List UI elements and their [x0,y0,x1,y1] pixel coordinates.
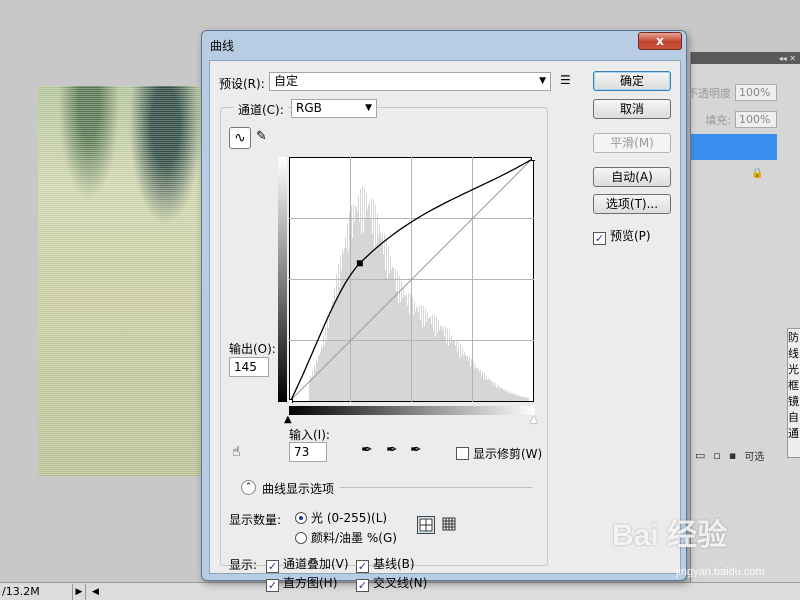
input-label: 输入(I): [289,428,330,442]
collapse-options-icon[interactable]: ⌃ [241,480,256,495]
watermark-url: jingyan.baidu.com [676,566,765,578]
grid-10-glyph [442,517,456,531]
preset-value: 自定 [274,74,299,88]
trash-icon[interactable]: ▪ [729,449,736,462]
scroll-left-arrow[interactable]: ◀ [92,587,99,597]
layers-panel-titlebar: ◂◂ ✕ [691,52,800,64]
baseline-checkmark: ✓ [356,560,369,573]
radio-pigment-dot [295,532,307,544]
input-field[interactable]: 73 [289,442,327,462]
adjustments-side-list: 防 线 光 框 镜 自 通 [787,328,800,458]
grid-4-glyph [419,518,433,532]
options-divider [340,487,532,488]
radio-light-dot [295,512,307,524]
side-item: 框 [788,379,799,392]
smooth-button[interactable]: 平滑(M) [593,133,671,153]
side-item: 通 [788,427,799,440]
fill-label: 填充: [705,113,731,127]
intersection-checkmark: ✓ [356,579,369,592]
doc-size-text: /13.2M [2,585,40,598]
auto-button[interactable]: 自动(A) [593,167,671,187]
status-menu-arrow[interactable]: ▶ [72,583,86,600]
lock-icon: 🔒 [751,168,764,179]
channel-value: RGB [296,101,322,115]
clipping-checkbox-box [456,447,469,460]
side-item: 自 [788,411,799,424]
white-eyedropper-icon[interactable]: ✒ [410,442,422,458]
dialog-title: 曲线 [210,39,235,53]
preview-label: 预览(P) [610,229,651,243]
side-item: 镜 [788,395,799,408]
curve-options-label: 曲线显示选项 [262,482,335,496]
side-item: 防 [788,331,799,344]
gray-eyedropper-icon[interactable]: ✒ [386,442,398,458]
curve-graph[interactable] [289,157,535,403]
folder-icon[interactable]: ▭ [695,449,705,462]
channel-label: 通道(C): [234,101,288,118]
options-button[interactable]: 选项(T)... [593,194,671,214]
fill-row: 填充: 100% [691,111,777,128]
baseline-checkbox[interactable]: ✓ 基线(B) [356,555,415,573]
curve-control-point[interactable] [289,399,293,404]
side-item: 光 [788,363,799,376]
intersection-label: 交叉线(N) [373,576,428,590]
show-clipping-label: 显示修剪(W) [473,447,543,461]
show-amount-label: 显示数量: [229,513,282,527]
preset-menu-icon[interactable]: ☰ [560,73,571,87]
curve-control-point[interactable] [531,157,536,161]
radio-light[interactable]: 光 (0-255)(L) [295,509,387,526]
channel-overlay-label: 通道叠加(V) [283,557,349,571]
channel-overlay-checkmark: ✓ [266,560,279,573]
show-clipping-checkbox[interactable]: 显示修剪(W) [456,445,542,462]
hand-adjust-tool-icon[interactable]: ☝ [232,444,241,460]
preset-dropdown[interactable]: 自定 ▼ [269,72,551,91]
white-point-slider[interactable]: ▲ [530,414,538,425]
side-item: 线 [788,347,799,360]
input-gradient-bar [289,406,535,415]
channel-overlay-checkbox[interactable]: ✓ 通道叠加(V) [266,555,349,573]
selected-layer-row[interactable] [691,134,777,160]
opacity-row: 不透明度: 100% [691,84,777,101]
ok-button[interactable]: 确定 [593,71,671,91]
curve-control-point[interactable] [356,260,363,267]
layers-panel-footer: ▭ ▫ ▪ 可选 [691,444,800,466]
black-point-slider[interactable]: ▲ [284,414,292,425]
chevron-down-icon: ▼ [539,76,546,86]
document-canvas-image [38,86,208,476]
layers-panel: ◂◂ ✕ 不透明度: 100% 填充: 100% 🔒 防 线 光 框 镜 自 通… [690,52,800,582]
radio-pigment[interactable]: 颜料/油墨 %(G) [295,529,397,546]
detailed-grid-icon[interactable] [441,516,459,534]
opacity-label: 不透明度: [691,86,731,100]
output-label: 输出(O): [229,342,276,356]
chevron-down-icon: ▼ [365,103,372,113]
side-item-last: 可选 [744,451,765,463]
opacity-field[interactable]: 100% [735,84,777,101]
output-gradient-bar [278,157,287,402]
cancel-button[interactable]: 取消 [593,99,671,119]
output-field[interactable]: 145 [229,357,269,377]
dialog-body: 预设(R): 自定 ▼ ☰ 确定 取消 平滑(M) 自动(A) 选项(T)...… [209,60,681,592]
simple-grid-icon[interactable] [417,516,435,534]
preset-label: 预设(R): [219,77,265,91]
curve-point-tool-icon[interactable]: ∿ [229,127,251,149]
fill-field[interactable]: 100% [735,111,777,128]
preview-checkmark: ✓ [593,232,606,245]
preview-checkbox[interactable]: ✓ 预览(P) [593,227,651,245]
curves-dialog: 曲线 x 预设(R): 自定 ▼ ☰ 确定 取消 平滑(M) 自动(A) 选项(… [201,30,687,592]
pencil-icon[interactable]: ✎ [256,129,267,144]
black-eyedropper-icon[interactable]: ✒ [361,442,373,458]
histogram-label: 直方图(H) [283,576,338,590]
baseline-label: 基线(B) [373,557,415,571]
histogram-checkmark: ✓ [266,579,279,592]
histogram-checkbox[interactable]: ✓ 直方图(H) [266,574,337,592]
radio-pigment-label: 颜料/油墨 %(G) [311,531,397,545]
watermark-logo: Bai 经验 [612,519,728,552]
intersection-checkbox[interactable]: ✓ 交叉线(N) [356,574,427,592]
channel-dropdown[interactable]: RGB ▼ [291,99,377,118]
radio-light-label: 光 (0-255)(L) [311,511,388,525]
show-label: 显示: [229,558,258,572]
close-button[interactable]: x [638,32,682,50]
new-layer-icon[interactable]: ▫ [713,449,720,462]
